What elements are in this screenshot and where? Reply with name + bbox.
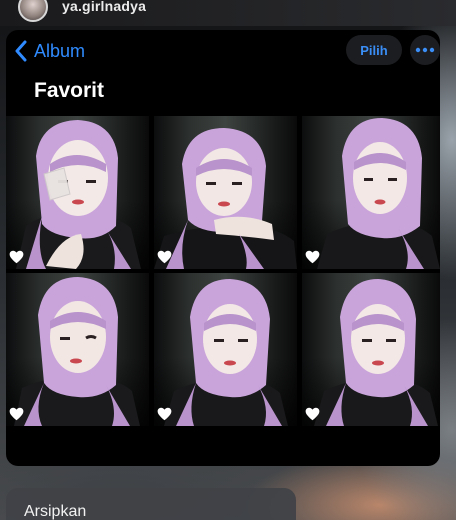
page-title: Favorit — [34, 79, 105, 102]
ellipsis-icon — [415, 47, 435, 53]
portrait-image — [154, 128, 297, 269]
avatar — [18, 0, 48, 22]
screen: ya.girlnadya Album Pilih Favorit Arsipka… — [0, 0, 456, 520]
username-label: ya.girlnadya — [62, 0, 147, 14]
navigation-bar: Album Pilih — [6, 30, 440, 72]
back-button[interactable]: Album — [14, 38, 85, 64]
heart-icon — [9, 250, 24, 264]
portrait-image — [317, 118, 440, 269]
blurred-user-row: ya.girlnadya — [0, 0, 456, 26]
archive-menu-item[interactable]: Arsipkan — [24, 503, 86, 520]
photo-thumbnail[interactable] — [6, 116, 149, 269]
photo-thumbnail[interactable] — [302, 116, 440, 269]
back-button-label: Album — [34, 40, 86, 61]
portrait-image — [164, 279, 288, 426]
chevron-left-icon — [15, 40, 27, 62]
heart-icon — [9, 407, 24, 421]
photo-thumbnail[interactable] — [154, 273, 297, 426]
heart-icon — [305, 407, 320, 421]
select-button[interactable]: Pilih — [346, 35, 402, 65]
portrait-image — [314, 279, 438, 426]
portrait-image — [14, 277, 140, 426]
heart-icon — [157, 250, 172, 264]
album-preview-card[interactable]: Album Pilih Favorit — [6, 30, 440, 466]
photo-thumbnail[interactable] — [154, 116, 297, 269]
more-options-button[interactable] — [410, 35, 440, 65]
heart-icon — [305, 250, 320, 264]
context-menu: Arsipkan — [6, 488, 296, 520]
photo-thumbnail[interactable] — [6, 273, 149, 426]
photo-thumbnail[interactable] — [302, 273, 440, 426]
portrait-image — [16, 120, 141, 269]
heart-icon — [157, 407, 172, 421]
